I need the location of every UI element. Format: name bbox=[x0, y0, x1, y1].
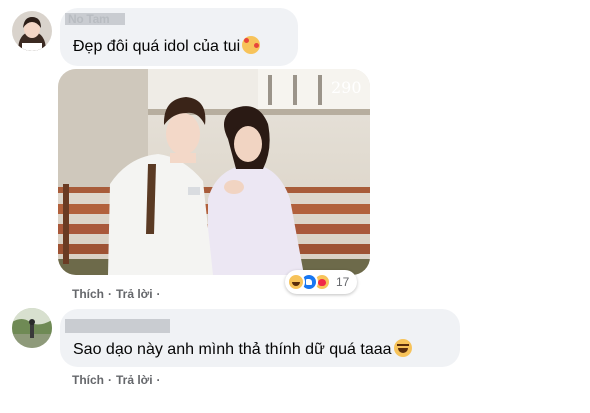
comment-photo[interactable]: 290 bbox=[58, 69, 370, 275]
smiling-face-with-hearts-icon bbox=[242, 36, 261, 54]
reaction-count: 17 bbox=[336, 275, 350, 289]
comment-text: Sao dạo này anh mình thả thính dữ quá ta… bbox=[73, 339, 412, 359]
haha-reaction-icon bbox=[287, 273, 305, 291]
author-name-redacted[interactable] bbox=[65, 319, 170, 333]
action-separator: · bbox=[108, 373, 112, 387]
comment-actions: Thích · Trả lời · bbox=[72, 287, 165, 301]
grinning-squinting-face-icon bbox=[393, 339, 412, 357]
comment-text: Đẹp đôi quá idol của tui bbox=[73, 36, 261, 56]
comment-bubble: No Tam Đẹp đôi quá idol của tui bbox=[60, 8, 298, 66]
comment-actions: Thích · Trả lời · bbox=[72, 373, 165, 387]
comment-bubble: Sao dạo này anh mình thả thính dữ quá ta… bbox=[60, 309, 460, 367]
comment-text-value: Đẹp đôi quá idol của tui bbox=[73, 38, 241, 55]
reply-button[interactable]: Trả lời bbox=[116, 287, 153, 301]
action-separator-end: · bbox=[156, 373, 161, 387]
reaction-summary[interactable]: 17 bbox=[285, 270, 358, 294]
author-name-hint: No Tam bbox=[68, 12, 110, 26]
photo-watermark: 290 bbox=[331, 78, 362, 97]
comment-text-value: Sao dạo này anh mình thả thính dữ quá ta… bbox=[73, 341, 392, 358]
reply-button[interactable]: Trả lời bbox=[116, 373, 153, 387]
commenter-avatar[interactable] bbox=[12, 308, 52, 348]
action-separator-end: · bbox=[156, 287, 161, 301]
like-button[interactable]: Thích bbox=[72, 373, 104, 387]
like-button[interactable]: Thích bbox=[72, 287, 104, 301]
action-separator: · bbox=[108, 287, 112, 301]
commenter-avatar[interactable] bbox=[12, 11, 52, 51]
